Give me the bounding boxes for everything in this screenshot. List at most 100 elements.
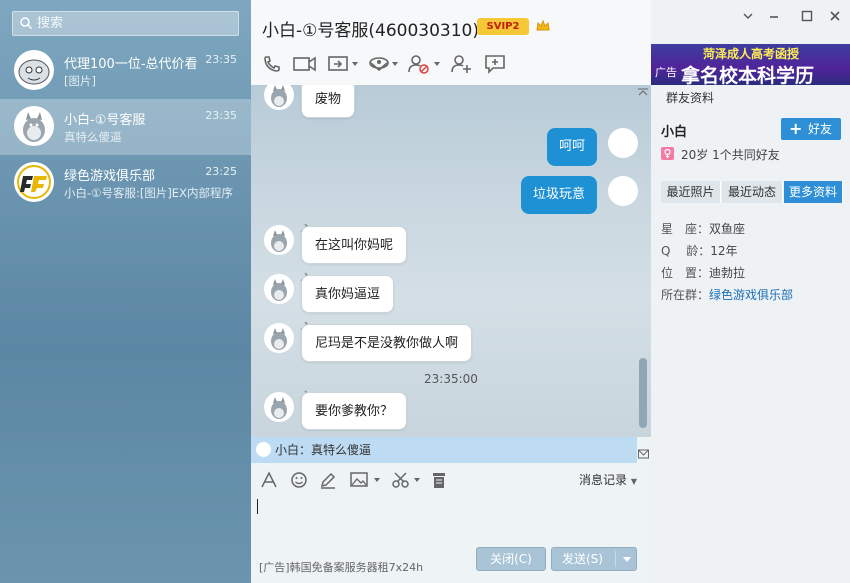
qq-chat-window: { "search": {"placeholder": "搜索"}, "cont… — [0, 0, 850, 583]
scissors-icon[interactable] — [391, 471, 411, 489]
avatar[interactable] — [264, 274, 294, 304]
trash-icon[interactable] — [431, 471, 447, 489]
ad-banner[interactable]: 菏泽成人高考函授 广告 拿名校本科学历 — [651, 44, 850, 85]
message-notice-bar[interactable]: 小白：真特么傻逼 — [251, 437, 637, 463]
field-constellation: 星 座：双鱼座 — [661, 222, 746, 236]
profile-tabs: 最近照片 最近动态 更多资料 — [661, 181, 843, 203]
scrollbar[interactable] — [639, 358, 647, 428]
tab-recent-activity[interactable]: 最近动态 — [722, 181, 783, 203]
text-caret — [257, 499, 258, 514]
search-input[interactable] — [37, 14, 232, 33]
input-toolbar: 消息记录 ▼ — [251, 463, 651, 495]
send-options-dropdown[interactable] — [623, 557, 631, 562]
message-bubble[interactable]: 真你妈逼逗 — [301, 275, 395, 313]
chat-title: 小白-①号客服(460030310) — [262, 21, 479, 41]
banner-tag: 广告 — [655, 66, 677, 79]
phone-button[interactable] — [262, 54, 282, 76]
section-label: 群友资料 — [666, 91, 715, 105]
ad-link[interactable]: [广告]韩国免备案服务器租7x24h — [259, 559, 423, 575]
chevron-down-icon[interactable] — [742, 10, 754, 22]
avatar — [14, 162, 54, 202]
app-icon — [369, 57, 389, 72]
add-chat-button[interactable] — [484, 54, 506, 76]
plus-icon: + — [789, 119, 803, 138]
message-history-button[interactable]: 消息记录 ▼ — [579, 471, 637, 488]
window-controls — [742, 8, 842, 26]
block-user-button[interactable] — [408, 54, 440, 76]
profile-name: 小白 — [661, 125, 688, 140]
banner-line2: 拿名校本科学历 — [681, 65, 815, 85]
svip-badge[interactable]: SVIP2 — [477, 18, 529, 35]
share-screen-button[interactable] — [328, 54, 358, 76]
message-bubble[interactable]: 呵呵 — [546, 128, 597, 166]
field-group: 所在群：绿色游戏俱乐部 — [661, 288, 794, 302]
close-icon[interactable] — [829, 10, 841, 22]
banner-line1: 菏泽成人高考函授 — [703, 47, 800, 61]
minimize-icon[interactable] — [768, 10, 780, 22]
scissors-dropdown[interactable] — [414, 478, 420, 482]
contact-name: 小白-①号客服 — [64, 113, 146, 128]
search-box[interactable] — [12, 11, 239, 36]
contact-item[interactable]: 代理100一位-总代价看 [图片] 23:35 — [0, 43, 251, 99]
send-label: 发送(S) — [562, 552, 603, 566]
send-button[interactable]: 发送(S) — [551, 547, 637, 571]
field-location: 位 置：迪勃拉 — [661, 266, 746, 280]
emoji-icon[interactable] — [290, 471, 308, 489]
contact-time: 23:35 — [205, 53, 237, 66]
contact-item-selected[interactable]: 小白-①号客服 真特么傻逼 23:35 — [0, 99, 251, 155]
message-bubble[interactable]: 垃圾玩意 — [520, 176, 597, 214]
avatar — [14, 50, 54, 90]
message-bubble[interactable]: 尼玛是不是没教你做人啊 — [301, 324, 473, 362]
message-input[interactable] — [251, 495, 651, 540]
video-icon — [293, 56, 316, 72]
avatar[interactable] — [264, 392, 294, 422]
message-area[interactable]: 废物 呵呵 垃圾玩意 在这叫你妈呢 真你妈逼逗 尼玛是不是没教你做人啊 23:3… — [251, 85, 651, 437]
maximize-icon[interactable] — [801, 10, 813, 22]
profile-panel: 菏泽成人高考函授 广告 拿名校本科学历 群友资料 小白 + 好友 20岁 1个共… — [651, 0, 850, 583]
contact-item[interactable]: 绿色游戏俱乐部 小白-①号客服:[图片]EX内部程序 23:25 — [0, 155, 251, 211]
avatar[interactable] — [608, 128, 638, 158]
add-friend-button[interactable]: + 好友 — [781, 118, 841, 140]
contact-time: 23:35 — [205, 109, 237, 122]
avatar[interactable] — [264, 323, 294, 353]
video-button[interactable] — [293, 54, 317, 76]
close-button[interactable]: 关闭(C) — [476, 547, 546, 571]
image-dropdown[interactable] — [374, 478, 380, 482]
chat-footer: [广告]韩国免备案服务器租7x24h 关闭(C) 发送(S) — [251, 540, 651, 583]
tab-recent-photos[interactable]: 最近照片 — [661, 181, 721, 203]
avatar — [256, 442, 271, 457]
contact-preview: [图片] — [64, 74, 96, 88]
pen-icon[interactable] — [319, 471, 337, 489]
contact-name: 代理100一位-总代价看 — [64, 57, 198, 72]
contact-preview: 真特么傻逼 — [64, 130, 122, 144]
avatar[interactable] — [264, 85, 294, 110]
timestamp: 23:35:00 — [424, 372, 478, 386]
avatar — [14, 106, 54, 146]
contact-time: 23:25 — [205, 165, 237, 178]
message-bubble[interactable]: 在这叫你妈呢 — [301, 226, 408, 264]
avatar[interactable] — [264, 225, 294, 255]
message-bubble[interactable]: 废物 — [301, 85, 356, 118]
collapse-icon[interactable] — [637, 87, 649, 97]
add-user-button[interactable] — [451, 54, 473, 76]
tab-more-info[interactable]: 更多资料 — [784, 181, 843, 203]
message-bubble[interactable]: 要你爹教你？ — [301, 392, 408, 430]
avatar[interactable] — [608, 176, 638, 206]
contact-preview: 小白-①号客服:[图片]EX内部程序 — [64, 186, 233, 200]
font-icon[interactable] — [260, 471, 278, 489]
group-link[interactable]: 绿色游戏俱乐部 — [709, 288, 793, 302]
crown-icon[interactable] — [535, 18, 551, 34]
envelope-icon[interactable] — [638, 449, 649, 459]
add-user-icon — [451, 55, 471, 73]
block-user-icon — [408, 55, 429, 74]
contact-list-panel: 代理100一位-总代价看 [图片] 23:35 小白-①号客服 真特么傻逼 23… — [0, 0, 251, 583]
phone-icon — [264, 56, 280, 72]
search-icon — [20, 17, 32, 29]
apps-button[interactable] — [368, 54, 398, 76]
profile-info: 20岁 1个共同好友 — [661, 146, 780, 163]
notice-text: 小白：真特么傻逼 — [275, 443, 372, 457]
chat-panel: 小白-①号客服(460030310) SVIP2 废物 呵呵 垃圾玩意 在这叫你… — [251, 0, 850, 583]
female-icon — [661, 147, 674, 160]
field-qq-age: Q 龄：12年 — [661, 244, 738, 258]
image-icon[interactable] — [350, 471, 370, 489]
